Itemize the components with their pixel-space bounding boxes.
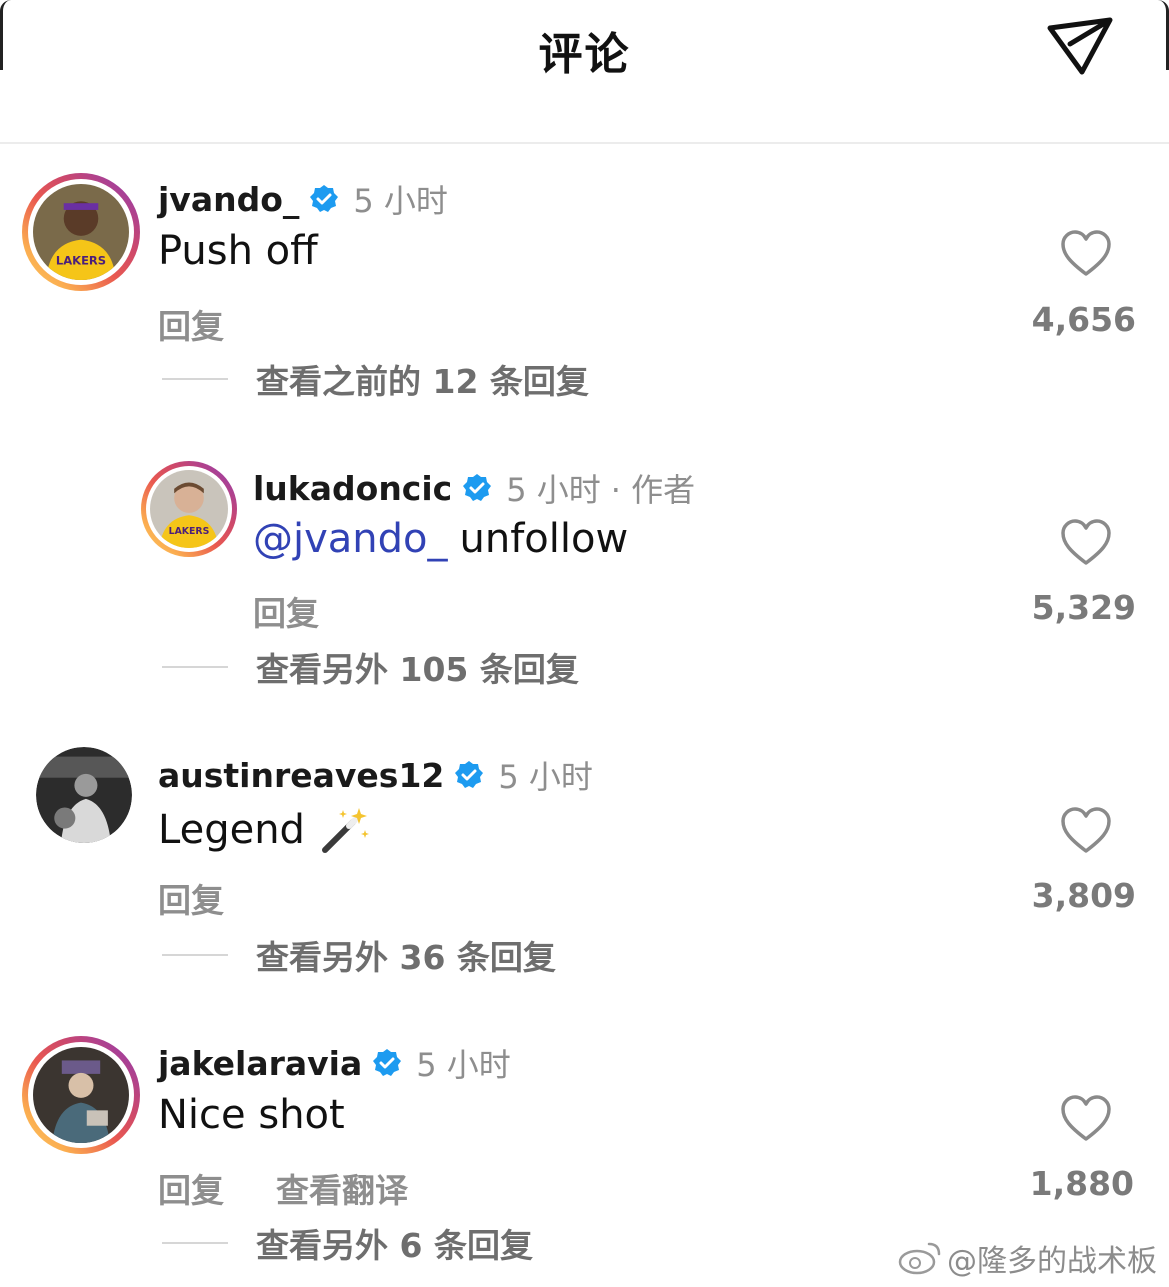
svg-text:LAKERS: LAKERS: [56, 254, 106, 268]
translate-button[interactable]: 查看翻译: [276, 1164, 408, 1212]
view-replies-label[interactable]: 查看另外 36 条回复: [256, 931, 556, 979]
svg-text:LAKERS: LAKERS: [169, 526, 210, 537]
weibo-icon: [898, 1242, 941, 1275]
comment-body: Legend: [158, 807, 305, 853]
comment-time: 5 小时: [506, 471, 601, 509]
comments-header: 评论: [0, 0, 1169, 144]
username[interactable]: jvando_: [158, 180, 299, 219]
verified-badge-icon: [455, 761, 484, 788]
magic-wand-icon: [321, 808, 369, 853]
reply-button[interactable]: 回复: [158, 874, 224, 922]
comment-body: unfollow: [459, 516, 629, 562]
view-replies[interactable]: 查看另外 105 条回复: [162, 643, 579, 691]
avatar-player-icon: LAKERS: [150, 470, 228, 548]
avatar-player-icon: [36, 747, 132, 843]
comment-time: 5 小时: [416, 1046, 511, 1084]
watermark: @隆多的战术板: [897, 1236, 1157, 1280]
avatar[interactable]: LAKERS: [141, 461, 237, 557]
heart-icon[interactable]: [1060, 807, 1112, 855]
heart-icon[interactable]: [1060, 1095, 1112, 1143]
like-count: 3,809: [1031, 876, 1136, 915]
avatar-player-icon: [33, 1047, 129, 1143]
username[interactable]: jakelaravia: [158, 1044, 362, 1083]
comment-body: Nice shot: [158, 1092, 345, 1138]
view-replies[interactable]: 查看另外 6 条回复: [162, 1219, 533, 1267]
view-replies-label[interactable]: 查看之前的 12 条回复: [256, 355, 589, 403]
verified-badge-icon: [463, 474, 492, 501]
thread-line: [162, 666, 228, 668]
comment-time: 5 小时: [498, 758, 593, 796]
verified-badge-icon: [310, 185, 339, 212]
view-replies[interactable]: 查看另外 36 条回复: [162, 931, 556, 979]
avatar-player-icon: LAKERS: [33, 184, 129, 280]
heart-icon[interactable]: [1060, 230, 1112, 278]
verified-badge-icon: [373, 1049, 402, 1076]
like-count: 5,329: [1031, 588, 1136, 627]
avatar[interactable]: [22, 1036, 140, 1154]
like-count: 4,656: [1031, 300, 1136, 339]
comment-text: Legend: [158, 804, 371, 856]
comment-text: Nice shot: [158, 1092, 345, 1138]
reply-button[interactable]: 回复: [158, 300, 224, 348]
author-label: · 作者: [610, 471, 696, 509]
mention-link[interactable]: @jvando_: [253, 516, 448, 562]
send-icon[interactable]: [1044, 14, 1116, 78]
view-replies[interactable]: 查看之前的 12 条回复: [162, 355, 589, 403]
reply-button[interactable]: 回复: [253, 587, 319, 635]
comment-time: 5 小时: [353, 182, 448, 220]
view-replies-label[interactable]: 查看另外 6 条回复: [256, 1219, 533, 1267]
thread-line: [162, 954, 228, 956]
view-replies-label[interactable]: 查看另外 105 条回复: [256, 643, 579, 691]
thread-line: [162, 378, 228, 380]
avatar[interactable]: LAKERS: [22, 173, 140, 291]
watermark-text: @隆多的战术板: [947, 1244, 1157, 1279]
comment-text: @jvando_ unfollow: [253, 516, 628, 562]
thread-line: [162, 1242, 228, 1244]
reply-button[interactable]: 回复: [158, 1164, 224, 1212]
username[interactable]: austinreaves12: [158, 756, 444, 795]
username[interactable]: lukadoncic: [253, 469, 452, 508]
comment-text: Push off: [158, 228, 318, 274]
avatar[interactable]: [36, 747, 132, 843]
page-title: 评论: [538, 29, 631, 80]
like-count: 1,880: [1029, 1164, 1134, 1203]
heart-icon[interactable]: [1060, 519, 1112, 567]
comment-body: Push off: [158, 228, 318, 274]
